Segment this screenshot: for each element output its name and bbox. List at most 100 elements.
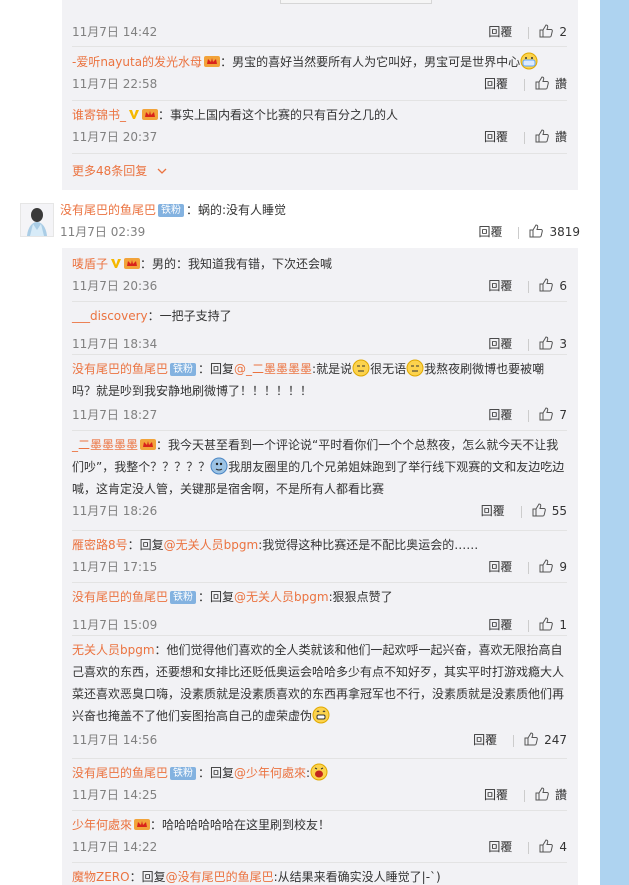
thumbs-up-icon [539,336,554,350]
reply-text: ：哈哈哈哈哈哈在这里刷到校友！ [150,818,331,832]
like-button[interactable]: 讚 [535,784,567,806]
divider [72,46,567,47]
reply-username[interactable]: _二墨墨墨墨 [72,438,138,452]
like-button[interactable]: 4 [539,836,567,858]
like-button[interactable]: 6 [539,275,567,297]
crown-badge-icon [134,819,151,830]
like-count: 3819 [549,225,580,239]
action-separator [528,409,530,422]
reply-username[interactable]: 谁寄锦书_ [72,108,126,122]
mention-link[interactable]: @无关人员bpgm [164,538,259,552]
right-side-strip [600,0,629,885]
like-button[interactable]: 1 [539,614,567,636]
reply-text: ：男的：我知道我有错，下次还会喊 [140,257,333,271]
reply-button[interactable]: 回覆 [484,784,508,806]
like-button[interactable]: 3 [539,333,567,355]
reply-username[interactable]: 雁密路8号 [72,538,128,552]
reply-actions: 回覆 2 [488,21,567,43]
reply-button[interactable]: 回覆 [484,73,508,95]
reply-item: 雁密路8号：回复@无关人员bpgm:我觉得这种比赛还是不配比奥运会的…… 11月… [72,534,567,578]
reply-button[interactable]: 回覆 [481,500,505,522]
reply-button[interactable]: 回覆 [488,333,512,355]
comment-username[interactable]: 没有尾巴的鱼尾巴 [60,203,156,217]
reply-username[interactable]: -爱听nayuta的发光水母 [72,55,202,69]
action-separator [518,226,520,239]
comment-time: 11月7日 02:39 [60,225,146,239]
mention-link[interactable]: @_二墨墨墨墨 [234,362,312,376]
reply-text: ：男宝的喜好当然要所有人为它叫好，男宝可是世界中心 [220,55,521,69]
like-button[interactable]: 9 [539,556,567,578]
reply-username[interactable]: 没有尾巴的鱼尾巴 [72,362,168,376]
action-separator [528,280,530,293]
reply-time: 11月7日 22:58 [72,77,158,91]
like-button[interactable]: 247 [524,729,567,751]
divider [72,635,567,636]
reply-button[interactable]: 回覆 [473,729,497,751]
mention-link[interactable]: @少年何處來 [234,766,306,780]
reply-actions: 回覆 1 [488,614,567,636]
reply-button[interactable]: 回覆 [488,21,512,43]
reply-button[interactable]: 回覆 [484,126,508,148]
verified-v-icon [111,259,122,268]
mention-link[interactable]: @没有尾巴的鱼尾巴 [166,870,274,884]
reply-time: 11月7日 14:42 [72,25,158,39]
like-count: 247 [544,733,567,747]
like-button[interactable]: 55 [532,500,567,522]
reply-username[interactable]: 没有尾巴的鱼尾巴 [72,766,168,780]
reply-username[interactable]: 没有尾巴的鱼尾巴 [72,590,168,604]
mention-link[interactable]: @无关人员bpgm [234,590,329,604]
thumbs-up-icon [539,407,554,421]
reply-username[interactable]: 少年何處來 [72,818,132,832]
reply-button[interactable]: 回覆 [488,275,512,297]
reply-actions: 回覆 讚 [484,73,567,95]
reply-username[interactable]: 魔物ZERO [72,870,130,884]
reply-partial-top: 11月7日 14:42 回覆 2 [72,21,567,43]
action-separator [523,789,525,802]
action-separator [513,734,515,747]
like-button[interactable]: 3819 [529,221,580,243]
like-button[interactable]: 讚 [535,73,567,95]
like-count: 讚 [554,77,567,91]
like-button[interactable]: 讚 [535,126,567,148]
reply-text: ：一把子支持了 [147,309,232,323]
reply-time: 11月7日 18:27 [72,408,158,422]
more-replies-label: 更多48条回复 [72,164,148,178]
reply-actions: 回覆 9 [488,556,567,578]
divider [72,758,567,759]
crown-badge-icon [124,258,141,269]
fan-badge: 铁粉 [158,204,185,217]
more-replies-link[interactable]: 更多48条回复 [72,162,167,179]
thumbs-up-icon [539,559,554,573]
reply-time: 11月7日 18:34 [72,337,158,351]
emoji-speechless-icon [352,359,370,377]
like-button[interactable]: 2 [539,21,567,43]
reply-prefix: ：回复 [198,590,235,604]
reply-item: 没有尾巴的鱼尾巴 铁粉 ：回复@少年何處來: 11月7日 14:25 回覆讚 [72,762,567,806]
reply-actions: 回覆 247 [473,729,567,751]
divider [72,810,567,811]
reply-username[interactable]: ___discovery [72,309,148,323]
reply-button[interactable]: 回覆 [488,614,512,636]
avatar[interactable] [20,203,54,237]
crown-badge-icon [140,439,157,450]
reply-button[interactable]: 回覆 [488,404,512,426]
reply-username[interactable]: 无关人员bpgm [72,643,155,657]
thumbs-up-icon [524,732,538,746]
thumbs-up-icon [532,503,546,517]
emoji-grin-icon [312,706,330,724]
reply-button[interactable]: 回覆 [488,836,512,858]
reply-username[interactable]: 唛盾子 [72,257,108,271]
emoji-speechless-icon [406,359,424,377]
thumbs-up-icon [539,278,554,292]
reply-button[interactable]: 回覆 [488,556,512,578]
reply-prefix: ：回复 [198,362,235,376]
emoji-shout-icon [310,763,328,781]
reply-button[interactable]: 回覆 [478,221,502,243]
reply-time: 11月7日 14:56 [72,733,158,747]
thumbs-up-icon [539,839,554,853]
like-button[interactable]: 7 [539,404,567,426]
like-count: 4 [559,840,567,854]
divider [72,862,567,863]
action-separator [528,561,530,574]
reply-prefix: ：回复 [129,870,166,884]
